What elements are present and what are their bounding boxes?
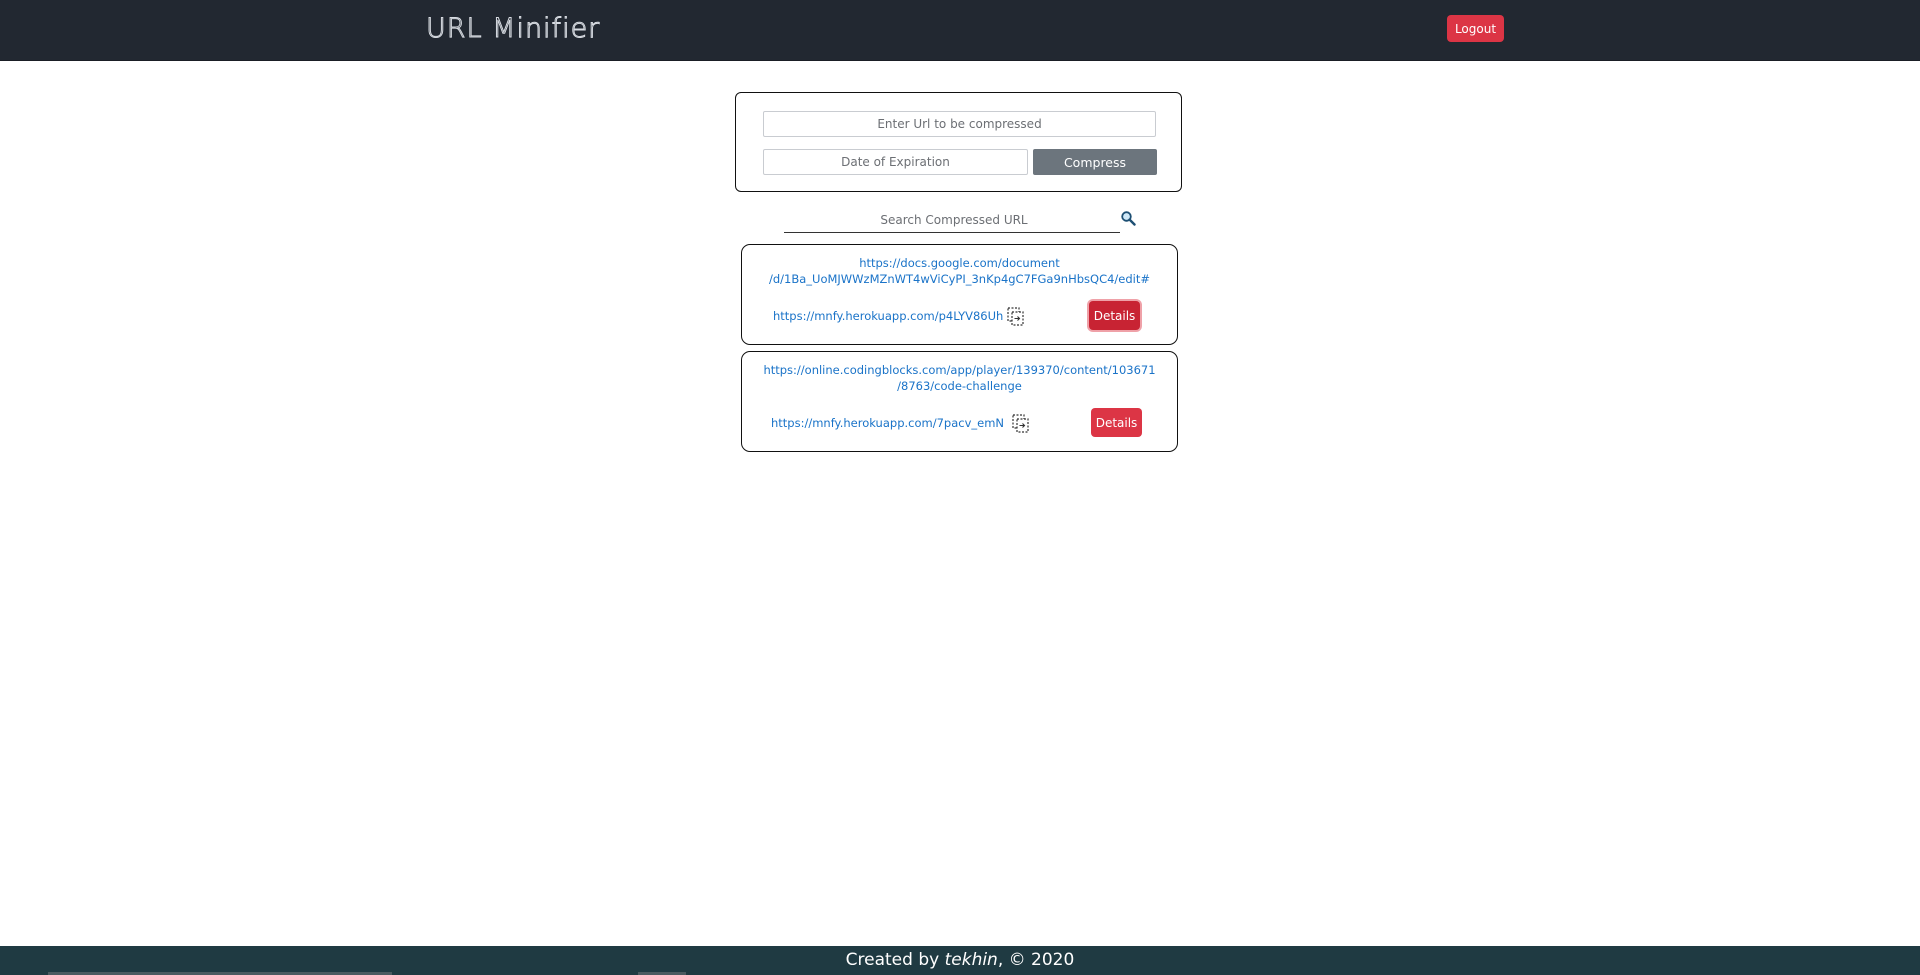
brand-logo[interactable]: URL Minifier [425,13,600,45]
copy-icon[interactable] [1007,307,1025,327]
short-url-link[interactable]: https://mnfy.herokuapp.com/7pacv_emN [771,416,1004,430]
original-url-link[interactable]: https://docs.google.com/document /d/1Ba_… [742,255,1177,287]
details-button[interactable]: Details [1089,301,1140,330]
compress-button[interactable]: Compress [1033,149,1157,175]
footer: Created by tekhin, © 2020 [0,946,1920,975]
original-url-line-1: https://online.codingblocks.com/app/play… [763,363,1156,377]
search-icon[interactable] [1120,210,1136,226]
copy-icon[interactable] [1012,414,1030,434]
footer-prefix: Created by [845,950,945,970]
footer-suffix: , © 2020 [997,950,1075,970]
navbar: URL Minifier Logout [0,0,1920,61]
url-card: https://docs.google.com/document /d/1Ba_… [741,244,1178,345]
details-button[interactable]: Details [1091,408,1142,437]
original-url-line-2: /8763/code-challenge [897,379,1022,393]
short-url-link[interactable]: https://mnfy.herokuapp.com/p4LYV86Uh [773,309,1003,323]
logout-button[interactable]: Logout [1447,15,1504,42]
search-bar [784,208,1124,233]
compress-form: Compress [735,92,1182,192]
url-card: https://online.codingblocks.com/app/play… [741,351,1178,452]
original-url-line-2: /d/1Ba_UoMJWWzMZnWT4wViCyPI_3nKp4gC7FGa9… [768,272,1151,286]
footer-author: tekhin [944,950,998,970]
original-url-line-1: https://docs.google.com/document [859,256,1060,270]
url-input[interactable] [763,111,1156,137]
search-input[interactable] [784,208,1124,232]
original-url-link[interactable]: https://online.codingblocks.com/app/play… [742,362,1177,394]
expiration-date-input[interactable] [763,149,1028,175]
